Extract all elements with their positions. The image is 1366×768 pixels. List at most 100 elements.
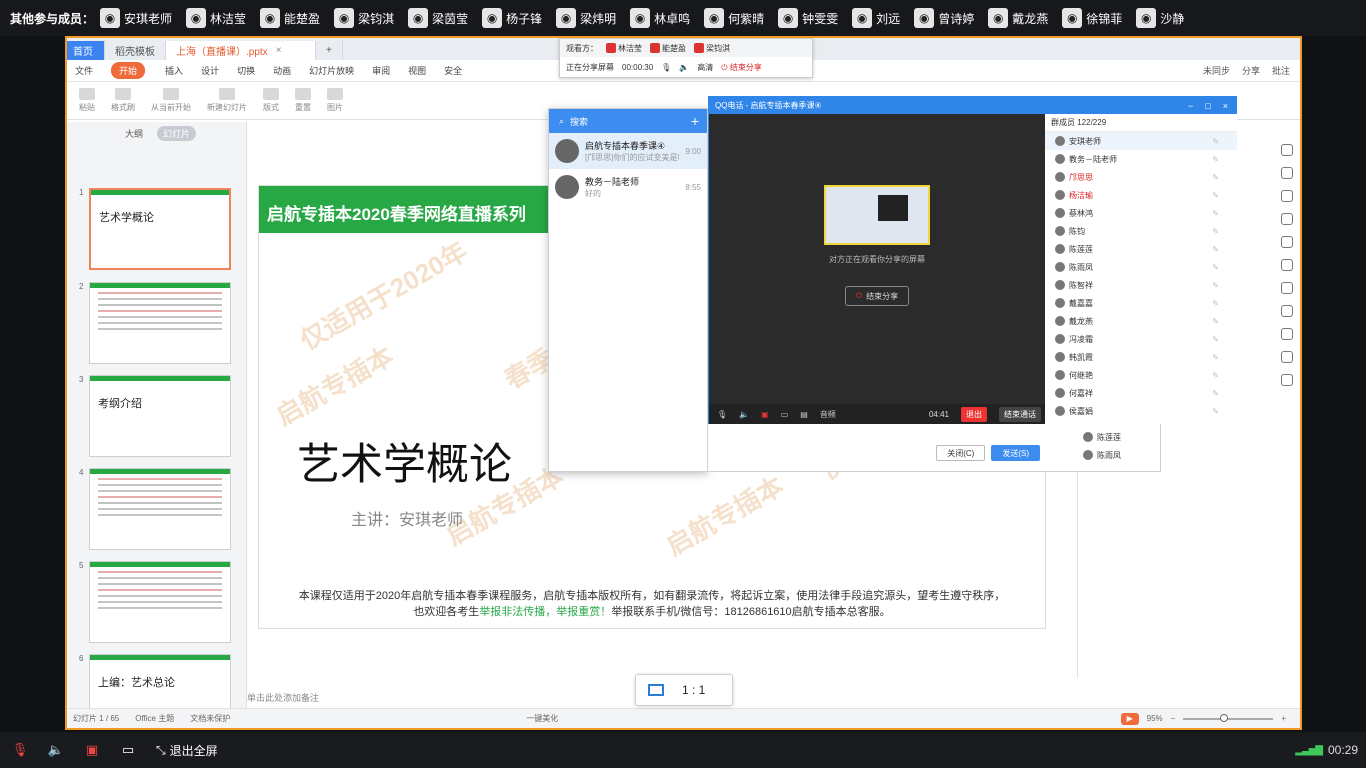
zoom-in-button[interactable]: + xyxy=(1281,714,1286,723)
call-member[interactable]: 蔡林鸿 ✎ xyxy=(1045,204,1237,222)
exit-fullscreen-button[interactable]: ⤡ 退出全屏 xyxy=(156,742,218,759)
participant[interactable]: ◉ 林卓鸣 xyxy=(630,6,690,30)
menu-view[interactable]: 视图 xyxy=(408,64,426,77)
participant[interactable]: ◉ 梁炜明 xyxy=(556,6,616,30)
tab-document[interactable]: 上海（直播课）.pptx × xyxy=(166,41,316,60)
participant[interactable]: ◉ 杨子锋 xyxy=(482,6,542,30)
slide-thumbnail[interactable]: 艺术学概论 xyxy=(89,188,231,270)
call-member[interactable]: 何嘉祥 ✎ xyxy=(1045,384,1237,402)
quality-button[interactable]: 高清 xyxy=(697,62,713,73)
participant[interactable]: ◉ 安琪老师 xyxy=(100,6,172,30)
menu-animation[interactable]: 动画 xyxy=(273,64,291,77)
protect-status[interactable]: 文档未保护 xyxy=(190,713,230,724)
menu-transition[interactable]: 切换 xyxy=(237,64,255,77)
tab-outline[interactable]: 大纲 xyxy=(125,127,143,140)
camera-off-icon[interactable]: ▣ xyxy=(84,742,100,758)
mic-icon[interactable]: 🎙 xyxy=(717,410,727,419)
call-member[interactable]: 戴嘉嘉 ✎ xyxy=(1045,294,1237,312)
share-button[interactable]: 分享 xyxy=(1242,64,1260,77)
zoom-slider-knob[interactable] xyxy=(1219,713,1228,722)
help-icon[interactable] xyxy=(1281,374,1293,386)
search-input[interactable]: 搜索 xyxy=(570,115,588,128)
call-member[interactable]: 韩凯霞 ✎ xyxy=(1045,348,1237,366)
play-slideshow-button[interactable]: ▶ xyxy=(1120,712,1139,725)
sync-status[interactable]: 未同步 xyxy=(1203,64,1230,77)
clipboard-icon[interactable] xyxy=(1281,282,1293,294)
new-tab-button[interactable]: + xyxy=(316,41,343,60)
call-member[interactable]: 陈智祥 ✎ xyxy=(1045,276,1237,294)
picture-button[interactable]: 图片 xyxy=(327,88,343,113)
menu-start[interactable]: 开始 xyxy=(111,62,146,79)
call-member[interactable]: 陈钧 ✎ xyxy=(1045,222,1237,240)
settings-icon[interactable] xyxy=(1281,259,1293,271)
call-member[interactable]: 陈雨凤 ✎ xyxy=(1045,258,1237,276)
send-button[interactable]: 发送(S) xyxy=(991,445,1040,461)
call-member[interactable]: 何继艳 ✎ xyxy=(1045,366,1237,384)
close-icon[interactable]: × xyxy=(1223,101,1228,111)
pen-icon[interactable] xyxy=(1281,213,1293,225)
call-member[interactable]: 教务－陆老师 ✎ xyxy=(1045,150,1237,168)
layout-button[interactable]: 版式 xyxy=(263,88,279,113)
zoom-level[interactable]: 95% xyxy=(1147,714,1163,723)
call-member[interactable]: 陈莲莲 xyxy=(1073,428,1193,446)
call-member[interactable]: 冯凌霜 ✎ xyxy=(1045,330,1237,348)
search-bar[interactable]: ⌕ 搜索 + xyxy=(549,109,707,133)
screen-share-icon[interactable]: ▭ xyxy=(120,742,136,758)
call-member[interactable]: 戴龙燕 ✎ xyxy=(1045,312,1237,330)
screen-share-icon[interactable]: ▭ xyxy=(781,410,789,419)
participant[interactable]: ◉ 林洁莹 xyxy=(186,6,246,30)
copy-icon[interactable] xyxy=(1281,167,1293,179)
audio-button[interactable]: 音频 xyxy=(820,409,836,420)
volume-icon[interactable] xyxy=(1281,328,1293,340)
call-member[interactable]: 陈莲莲 ✎ xyxy=(1045,240,1237,258)
menu-design[interactable]: 设计 xyxy=(201,64,219,77)
mic-icon[interactable]: 🎙 xyxy=(661,63,671,72)
participant[interactable]: ◉ 梁茵莹 xyxy=(408,6,468,30)
slide-thumbnail[interactable] xyxy=(89,561,231,643)
mic-muted-icon[interactable]: 🎙 xyxy=(12,742,29,758)
speaker-icon[interactable]: 🔈 xyxy=(739,410,749,419)
slide-thumbnail[interactable] xyxy=(89,468,231,550)
call-member[interactable]: 侯嘉娟 ✎ xyxy=(1045,402,1237,420)
participant[interactable]: ◉ 曾诗婷 xyxy=(914,6,974,30)
zoom-out-button[interactable]: − xyxy=(1171,714,1176,723)
camera-off-icon[interactable]: ▣ xyxy=(761,410,769,419)
ratio-control[interactable]: 1 : 1 xyxy=(635,674,733,706)
participant[interactable]: ◉ 梁钧淇 xyxy=(334,6,394,30)
format-painter-button[interactable]: 格式刷 xyxy=(111,88,135,113)
chart-icon[interactable] xyxy=(1281,236,1293,248)
call-member[interactable]: 邝思思 ✎ xyxy=(1045,168,1237,186)
contact-item[interactable]: 启航专插本春季课④ [邝思思]你们的应试变美是吗 9:00 xyxy=(549,133,707,169)
new-slide-button[interactable]: 新建幻灯片 xyxy=(207,88,247,113)
tab-slides[interactable]: 幻灯片 xyxy=(157,125,197,141)
history-icon[interactable] xyxy=(1281,351,1293,363)
call-member[interactable]: 安琪老师 ✎ xyxy=(1045,132,1237,150)
menu-file[interactable]: 文件 xyxy=(75,64,93,77)
menu-review[interactable]: 审阅 xyxy=(372,64,390,77)
tab-home[interactable]: 首页 xyxy=(67,41,105,60)
participant[interactable]: ◉ 能楚盈 xyxy=(260,6,320,30)
stop-share-button[interactable]: ⏻ 结束分享 xyxy=(845,286,909,306)
shape-icon[interactable] xyxy=(1281,190,1293,202)
minimize-icon[interactable]: − xyxy=(1188,101,1193,111)
add-icon[interactable]: + xyxy=(691,113,699,129)
paste-button[interactable]: 粘贴 xyxy=(79,88,95,113)
call-member[interactable]: 杨洁瑜 ✎ xyxy=(1045,186,1237,204)
slide-thumbnail[interactable] xyxy=(89,282,231,364)
beautify-button[interactable]: 一键美化 xyxy=(526,713,558,724)
menu-insert[interactable]: 插入 xyxy=(165,64,183,77)
reset-button[interactable]: 重置 xyxy=(295,88,311,113)
whiteboard-icon[interactable]: ▤ xyxy=(800,410,808,419)
participant[interactable]: ◉ 徐锦菲 xyxy=(1062,6,1122,30)
participant[interactable]: ◉ 钟雯雯 xyxy=(778,6,838,30)
home-icon[interactable] xyxy=(1281,144,1293,156)
call-member[interactable]: 陈雨凤 xyxy=(1073,446,1193,464)
quit-button[interactable]: 退出 xyxy=(961,406,987,422)
speaker-icon[interactable]: 🔈 xyxy=(679,63,689,72)
close-icon[interactable]: × xyxy=(276,45,282,56)
notes-placeholder[interactable]: 单击此处添加备注 xyxy=(247,691,319,704)
participant[interactable]: ◉ 戴龙燕 xyxy=(988,6,1048,30)
menu-security[interactable]: 安全 xyxy=(444,64,462,77)
participant[interactable]: ◉ 刘远 xyxy=(852,6,900,30)
zoom-slider[interactable] xyxy=(1183,713,1274,722)
